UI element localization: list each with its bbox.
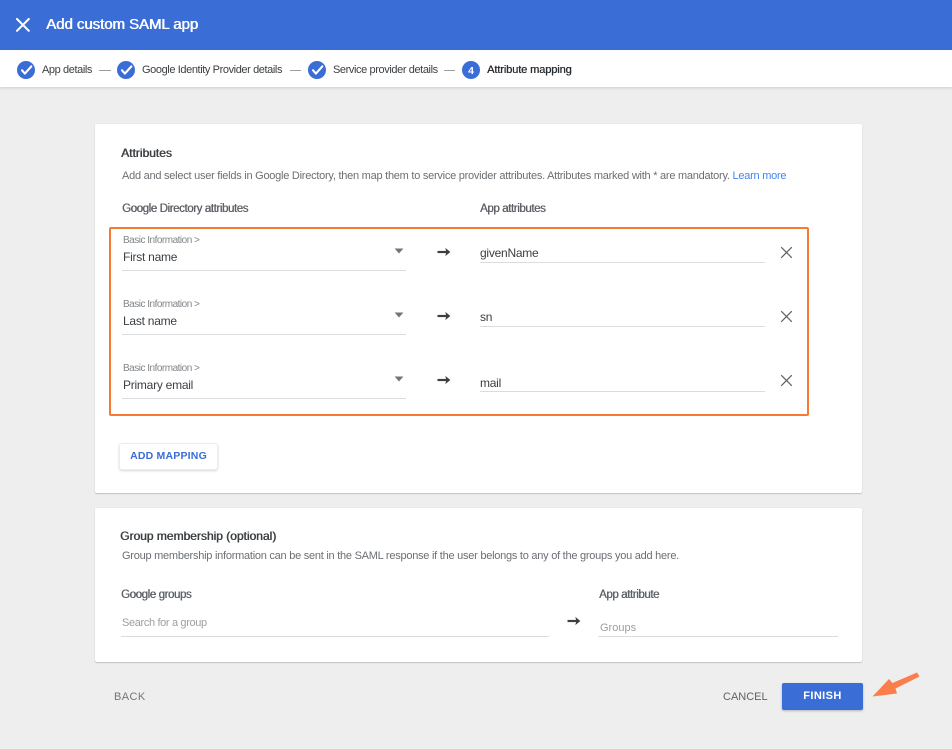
svg-text:4: 4: [468, 65, 474, 77]
